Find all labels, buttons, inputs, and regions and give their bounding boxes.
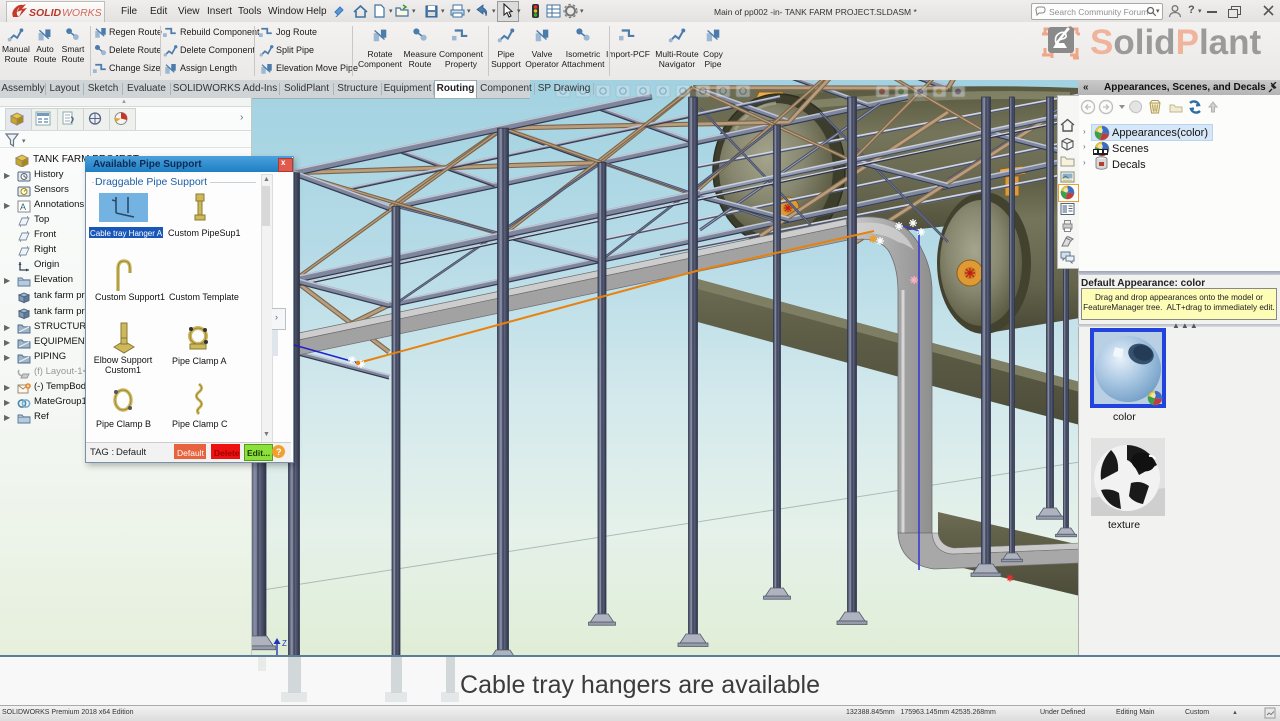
svg-text:WORKS: WORKS	[62, 7, 102, 19]
svg-text:A: A	[20, 202, 26, 212]
svg-text:Z: Z	[282, 639, 287, 648]
svg-text:SOLID: SOLID	[29, 7, 62, 19]
